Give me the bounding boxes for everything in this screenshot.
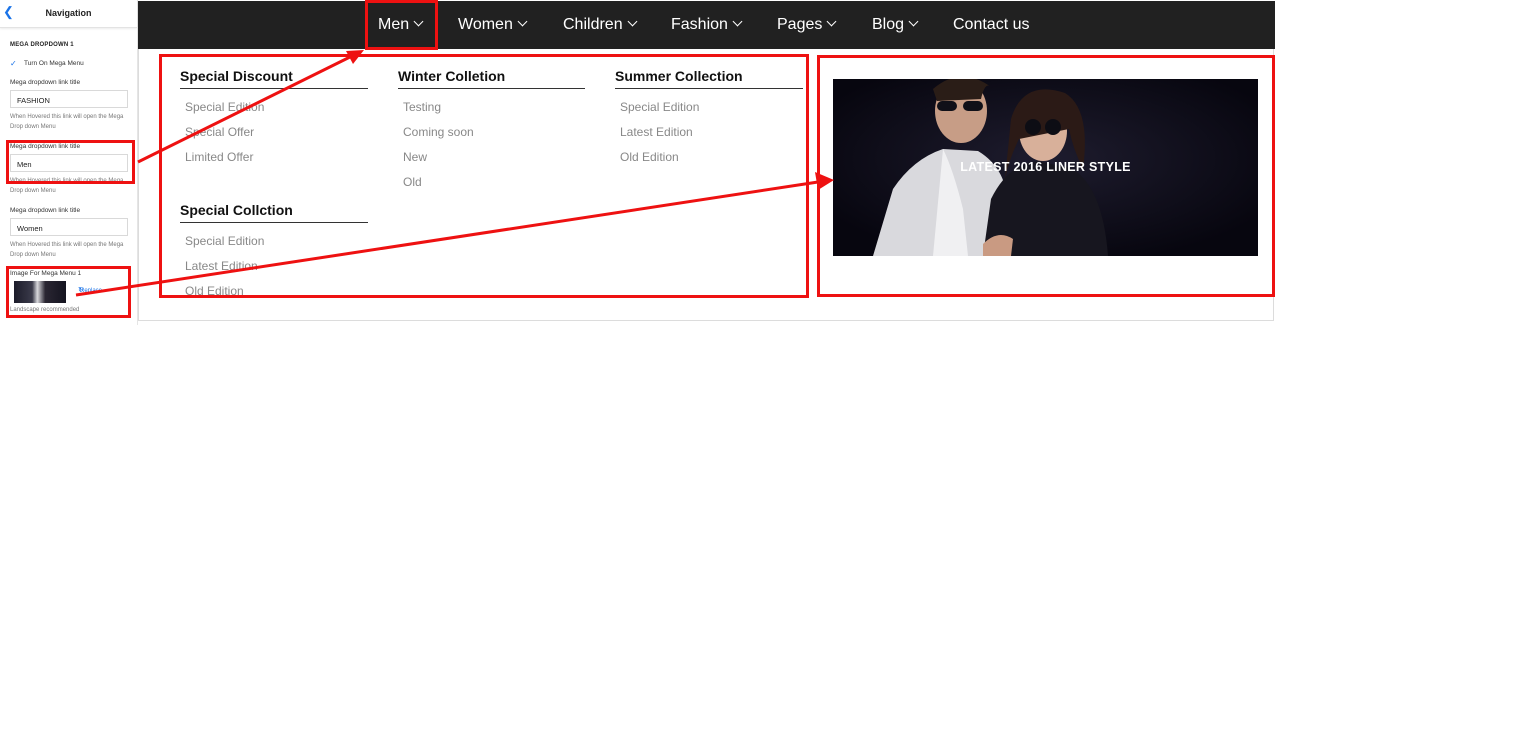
settings-panel: ❮ Navigation MEGA DROPDOWN 1 ✓ Turn On M… (0, 0, 138, 325)
chevron-down-icon (413, 16, 424, 27)
column-title: Winter Colletion (398, 68, 585, 89)
menu-link[interactable]: Limited Offer (185, 150, 253, 164)
column-title: Special Discount (180, 68, 368, 89)
nav-item-women[interactable]: Women (458, 1, 528, 49)
menu-link[interactable]: Special Edition (185, 100, 264, 114)
nav-item-pages[interactable]: Pages (777, 1, 837, 49)
section-title: MEGA DROPDOWN 1 (10, 42, 74, 48)
menu-link[interactable]: Special Edition (185, 234, 264, 248)
replace-link[interactable]: Replace (80, 288, 102, 294)
nav-label: Fashion (671, 16, 728, 33)
chevron-down-icon (732, 16, 743, 27)
field-help: When Hovered this link will open the Meg… (10, 114, 124, 130)
menu-link[interactable]: Special Edition (620, 100, 699, 114)
column-title: Summer Collection (615, 68, 803, 89)
nav-item-men[interactable]: Men (378, 1, 424, 49)
chevron-down-icon (908, 16, 919, 27)
checkmark-icon[interactable]: ✓ (10, 59, 20, 69)
link-title-input[interactable]: Women (10, 218, 128, 236)
menu-link[interactable]: Old Edition (620, 150, 679, 164)
nav-label: Women (458, 16, 513, 33)
nav-label: Contact us (953, 16, 1030, 33)
panel-title: Navigation (45, 8, 92, 18)
chevron-down-icon (627, 16, 638, 27)
image-label: Image For Mega Menu 1 (10, 270, 82, 277)
nav-label: Pages (777, 16, 823, 33)
main-navbar: Men Women Children Fashion Pages Blog Co… (138, 1, 1275, 49)
menu-link[interactable]: Testing (403, 100, 441, 114)
image-thumbnail[interactable] (14, 281, 66, 303)
field-label: Mega dropdown link title (10, 79, 81, 86)
link-title-input[interactable]: FASHION (10, 90, 128, 108)
promo-banner-image[interactable]: LATEST 2016 LINER STYLE (833, 79, 1258, 256)
nav-item-blog[interactable]: Blog (872, 1, 919, 49)
mega-menu-toggle-label[interactable]: Turn On Mega Menu (24, 60, 84, 67)
banner-text: LATEST 2016 LINER STYLE (960, 160, 1131, 174)
menu-link[interactable]: Special Offer (185, 125, 254, 139)
nav-label: Blog (872, 16, 905, 33)
field-help: When Hovered this link will open the Meg… (10, 242, 124, 258)
nav-item-contact[interactable]: Contact us (953, 1, 1029, 49)
menu-link[interactable]: Coming soon (403, 125, 474, 139)
field-help: When Hovered this link will open the Meg… (10, 178, 124, 194)
menu-link[interactable]: Old Edition (185, 284, 244, 298)
chevron-down-icon (517, 16, 528, 27)
menu-link[interactable]: Old (403, 175, 422, 189)
nav-label: Men (378, 16, 410, 33)
link-title-input[interactable]: Men (10, 154, 128, 172)
image-hint: Landscape recommended (10, 307, 80, 313)
menu-link[interactable]: Latest Edition (185, 259, 258, 273)
menu-link[interactable]: New (403, 150, 427, 164)
menu-link[interactable]: Latest Edition (620, 125, 693, 139)
field-label: Mega dropdown link title (10, 207, 81, 214)
chevron-down-icon (826, 16, 837, 27)
nav-label: Children (563, 16, 623, 33)
nav-item-fashion[interactable]: Fashion (671, 1, 743, 49)
field-label: Mega dropdown link title (10, 143, 81, 150)
nav-item-children[interactable]: Children (563, 1, 638, 49)
column-title: Special Collction (180, 202, 368, 223)
panel-header: ❮ Navigation (0, 0, 137, 28)
